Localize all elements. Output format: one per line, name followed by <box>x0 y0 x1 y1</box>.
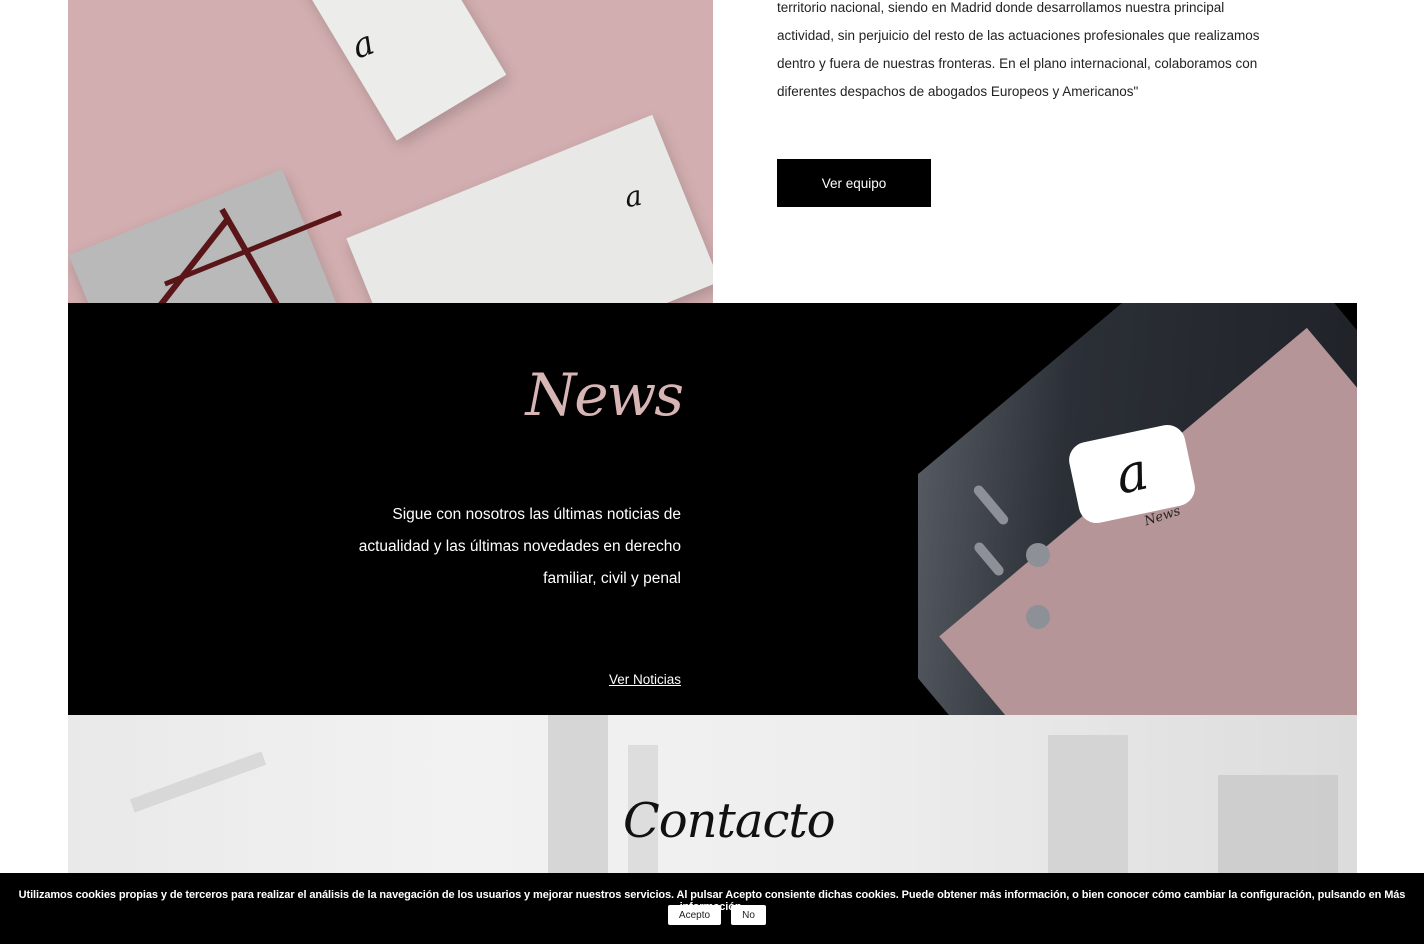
about-line: actividad, sin perjuicio del resto de la… <box>777 28 1260 43</box>
business-card-small <box>293 0 507 141</box>
about-line: dentro y fuera de nuestras fronteras. En… <box>777 56 1258 71</box>
business-card-large <box>346 114 713 303</box>
news-description: Sigue con nosotros las últimas noticias … <box>321 499 681 595</box>
accept-cookies-button[interactable]: Acepto <box>668 905 721 925</box>
news-description-line: actualidad y las últimas novedades en de… <box>358 538 681 555</box>
decline-cookies-button[interactable]: No <box>731 905 766 925</box>
about-line: territorio nacional, siendo en Madrid do… <box>777 0 1225 15</box>
view-news-link[interactable]: Ver Noticias <box>609 672 681 687</box>
phone-button <box>1026 605 1050 629</box>
phone-photo: a News <box>918 303 1357 715</box>
news-description-line: Sigue con nosotros las últimas noticias … <box>392 506 681 523</box>
about-paragraph: territorio nacional, siendo en Madrid do… <box>777 0 1297 106</box>
news-section: News Sigue con nosotros las últimas noti… <box>68 303 1357 715</box>
about-line: diferentes despachos de abogados Europeo… <box>777 84 1139 99</box>
news-heading: News <box>525 361 684 429</box>
view-team-button[interactable]: Ver equipo <box>777 159 931 207</box>
cookie-banner: Utilizamos cookies propias y de terceros… <box>0 873 1424 944</box>
contact-heading: Contacto <box>623 793 836 849</box>
building-background <box>129 751 267 813</box>
phone-button <box>1026 543 1050 567</box>
news-description-line: familiar, civil y penal <box>543 570 681 587</box>
business-cards-photo: a a <box>68 0 713 303</box>
